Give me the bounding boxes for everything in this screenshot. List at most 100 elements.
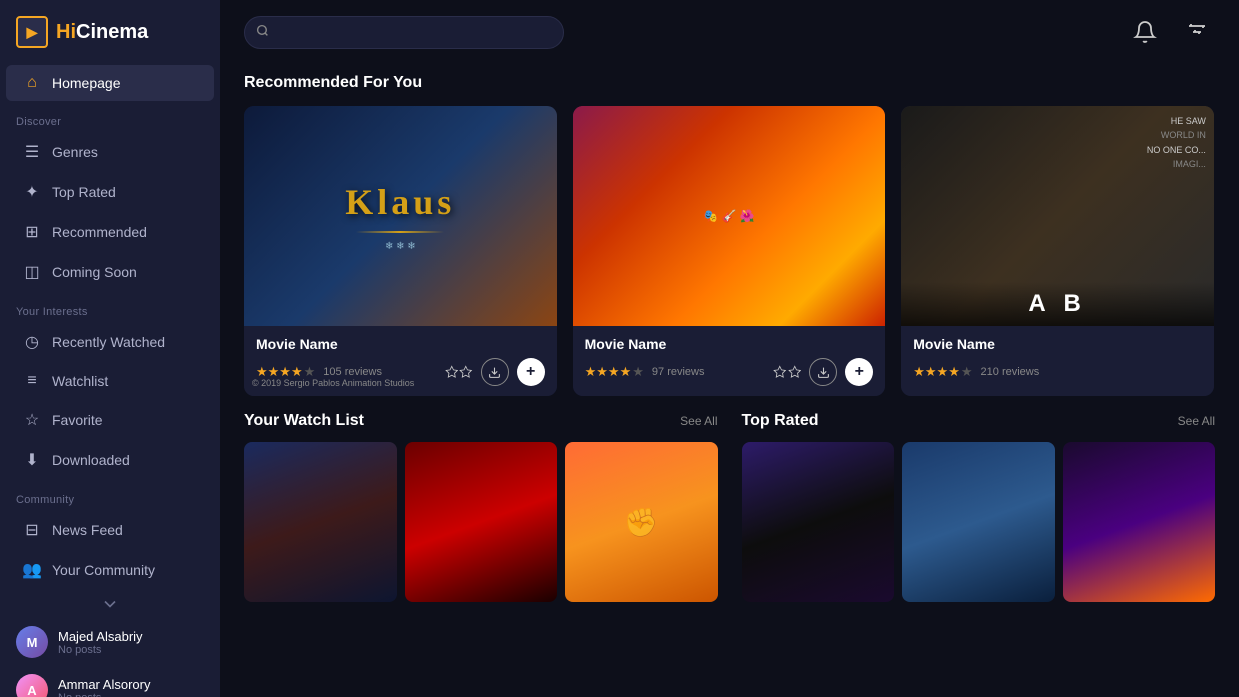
favorite-icon: ☆ bbox=[22, 410, 42, 430]
user-posts-2: No posts bbox=[58, 692, 150, 697]
content-area: Recommended For You Klaus ❄ ❄ ❄ © 2019 S… bbox=[220, 64, 1239, 697]
avatar-2: A bbox=[16, 674, 48, 697]
sidebar-item-your-community[interactable]: 👥 Your Community bbox=[6, 551, 214, 589]
sidebar-item-coming-soon-label: Coming Soon bbox=[52, 264, 137, 280]
rate-button-2[interactable] bbox=[773, 358, 801, 386]
topbar-right bbox=[1127, 14, 1215, 50]
community-section-label: Community bbox=[0, 480, 220, 510]
logo-text: HiCinema bbox=[56, 21, 148, 44]
news-feed-icon: ⊟ bbox=[22, 520, 42, 540]
movie-card-2: 🎭 🎸 🌺 Movie Name ★★★★★ 97 reviews bbox=[573, 106, 886, 396]
download-button-2[interactable] bbox=[809, 358, 837, 386]
card-meta-2: ★★★★★ 97 reviews + bbox=[585, 358, 874, 386]
sidebar-item-recommended-label: Recommended bbox=[52, 224, 147, 240]
notification-button[interactable] bbox=[1127, 14, 1163, 50]
card-actions-3 bbox=[1174, 358, 1202, 386]
sidebar-item-recommended[interactable]: ⊞ Recommended bbox=[6, 213, 214, 251]
your-interests-section-label: Your Interests bbox=[0, 292, 220, 322]
sidebar: ▶ HiCinema ⌂ Homepage Discover ☰ Genres … bbox=[0, 0, 220, 697]
top-rated-poster-3[interactable] bbox=[1063, 442, 1216, 602]
top-rated-title: Top Rated bbox=[742, 412, 819, 430]
card-title-3: Movie Name bbox=[913, 336, 1202, 352]
movie-card-3: HE SAW WORLD IN NO ONE CO... IMAGI... A … bbox=[901, 106, 1214, 396]
watchlist-icon: ≡ bbox=[22, 372, 42, 390]
rate-button-3[interactable] bbox=[1174, 358, 1202, 386]
sidebar-item-genres-label: Genres bbox=[52, 144, 98, 160]
watchlist-header: Your Watch List See All bbox=[244, 412, 718, 430]
sidebar-item-homepage[interactable]: ⌂ Homepage bbox=[6, 65, 214, 101]
top-rated-poster-1[interactable] bbox=[742, 442, 895, 602]
downloaded-icon: ⬇ bbox=[22, 450, 42, 470]
add-button-2[interactable]: + bbox=[845, 358, 873, 386]
genres-icon: ☰ bbox=[22, 142, 42, 162]
recommended-section-title: Recommended For You bbox=[244, 74, 1215, 92]
main-content: Recommended For You Klaus ❄ ❄ ❄ © 2019 S… bbox=[220, 0, 1239, 697]
sidebar-item-downloaded[interactable]: ⬇ Downloaded bbox=[6, 441, 214, 479]
top-rated-poster-row bbox=[742, 442, 1216, 602]
watchlist-see-all[interactable]: See All bbox=[680, 414, 717, 428]
card-meta-3: ★★★★★ 210 reviews bbox=[913, 358, 1202, 386]
top-rated-header: Top Rated See All bbox=[742, 412, 1216, 430]
sidebar-item-downloaded-label: Downloaded bbox=[52, 452, 130, 468]
sidebar-item-news-feed[interactable]: ⊟ News Feed bbox=[6, 511, 214, 549]
add-button-1[interactable]: + bbox=[517, 358, 545, 386]
stars-2: ★★★★★ bbox=[585, 364, 644, 380]
coming-soon-icon: ◫ bbox=[22, 262, 42, 282]
user-name-2: Ammar Alsorory bbox=[58, 677, 150, 692]
sidebar-item-coming-soon[interactable]: ◫ Coming Soon bbox=[6, 253, 214, 291]
collapse-button[interactable] bbox=[0, 590, 220, 618]
search-input[interactable] bbox=[244, 16, 564, 49]
download-button-1[interactable] bbox=[481, 358, 509, 386]
sidebar-item-homepage-label: Homepage bbox=[52, 75, 121, 91]
card-title-1: Movie Name bbox=[256, 336, 545, 352]
watchlist-section: Your Watch List See All ✊ bbox=[244, 412, 718, 602]
topbar bbox=[220, 0, 1239, 64]
sidebar-item-top-rated-label: Top Rated bbox=[52, 184, 116, 200]
card-actions-2: + bbox=[773, 358, 873, 386]
top-rated-poster-2[interactable] bbox=[902, 442, 1055, 602]
filter-button[interactable] bbox=[1179, 14, 1215, 50]
user-posts-1: No posts bbox=[58, 644, 143, 656]
community-user-1[interactable]: M Majed Alsabriy No posts bbox=[0, 618, 220, 666]
user-info-2: Ammar Alsorory No posts bbox=[58, 677, 150, 697]
your-community-icon: 👥 bbox=[22, 560, 42, 580]
watchlist-poster-3[interactable]: ✊ bbox=[565, 442, 718, 602]
movie-card-1: Klaus ❄ ❄ ❄ © 2019 Sergio Pablos Animati… bbox=[244, 106, 557, 396]
watchlist-poster-2[interactable] bbox=[405, 442, 558, 602]
sidebar-item-genres[interactable]: ☰ Genres bbox=[6, 133, 214, 171]
card-title-2: Movie Name bbox=[585, 336, 874, 352]
home-icon: ⌂ bbox=[22, 74, 42, 92]
card-info-3: Movie Name ★★★★★ 210 reviews bbox=[901, 326, 1214, 396]
recommended-icon: ⊞ bbox=[22, 222, 42, 242]
rate-button-1[interactable] bbox=[445, 358, 473, 386]
review-count-1: 105 reviews bbox=[323, 366, 382, 378]
sidebar-item-recently-watched[interactable]: ◷ Recently Watched bbox=[6, 323, 214, 361]
card-info-2: Movie Name ★★★★★ 97 reviews bbox=[573, 326, 886, 396]
sidebar-item-recently-watched-label: Recently Watched bbox=[52, 334, 165, 350]
sidebar-item-top-rated[interactable]: ✦ Top Rated bbox=[6, 173, 214, 211]
stars-3: ★★★★★ bbox=[913, 364, 972, 380]
user-name-1: Majed Alsabriy bbox=[58, 629, 143, 644]
sidebar-item-news-feed-label: News Feed bbox=[52, 522, 123, 538]
sidebar-item-favorite-label: Favorite bbox=[52, 412, 103, 428]
card-actions-1: + bbox=[445, 358, 545, 386]
sidebar-item-favorite[interactable]: ☆ Favorite bbox=[6, 401, 214, 439]
search-icon bbox=[256, 24, 269, 40]
sidebar-item-watchlist[interactable]: ≡ Watchlist bbox=[6, 363, 214, 399]
avatar-1: M bbox=[16, 626, 48, 658]
top-rated-see-all[interactable]: See All bbox=[1178, 414, 1215, 428]
review-count-3: 210 reviews bbox=[981, 366, 1040, 378]
search-wrapper bbox=[244, 16, 564, 49]
watchlist-title: Your Watch List bbox=[244, 412, 364, 430]
sidebar-item-watchlist-label: Watchlist bbox=[52, 373, 108, 389]
top-rated-section: Top Rated See All bbox=[742, 412, 1216, 602]
logo-icon: ▶ bbox=[16, 16, 48, 48]
top-rated-icon: ✦ bbox=[22, 182, 42, 202]
discover-section-label: Discover bbox=[0, 102, 220, 132]
watchlist-poster-1[interactable] bbox=[244, 442, 397, 602]
sidebar-item-your-community-label: Your Community bbox=[52, 562, 155, 578]
watchlist-poster-row: ✊ bbox=[244, 442, 718, 602]
community-user-2[interactable]: A Ammar Alsorory No posts bbox=[0, 666, 220, 697]
user-info-1: Majed Alsabriy No posts bbox=[58, 629, 143, 656]
two-col-sections: Your Watch List See All ✊ Top Rated bbox=[244, 412, 1215, 602]
